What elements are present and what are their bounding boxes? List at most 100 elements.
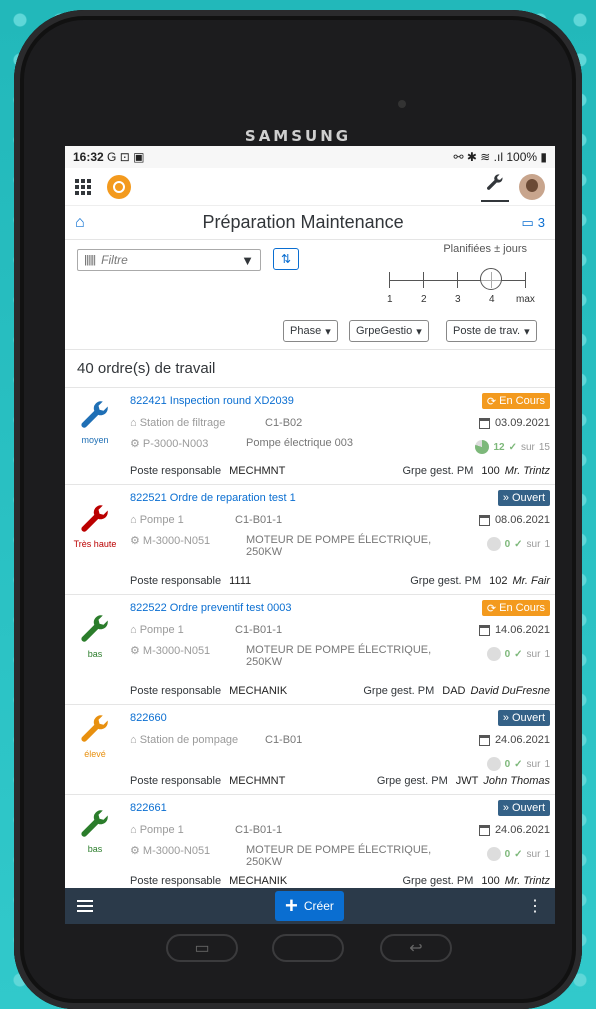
- priority-label: bas: [87, 843, 103, 854]
- filter-input[interactable]: |||||| Filtre ▼: [77, 249, 261, 271]
- grpe-value: 102: [489, 575, 508, 587]
- equipment: ⚙ M-3000-N051: [130, 534, 210, 547]
- due-date-value: 24.06.2021: [494, 824, 550, 836]
- poste-value: 1111: [229, 575, 252, 587]
- status-badge: » Ouvert: [497, 710, 550, 726]
- operations-total: 1: [544, 648, 550, 660]
- status-left-icons: G ⊡ ▣: [107, 150, 145, 164]
- due-date: 24.06.2021: [478, 734, 550, 746]
- grpe-label: Grpe gest. PM: [402, 875, 474, 887]
- status-icon: »: [502, 802, 509, 814]
- battery-level: 100%: [506, 150, 538, 164]
- camera: [398, 100, 406, 108]
- grpegestio-select[interactable]: GrpeGestio ▾: [349, 320, 429, 342]
- calendar-icon: [478, 624, 490, 636]
- plus-icon: +: [285, 893, 298, 918]
- calendar-icon: [478, 824, 490, 836]
- order-row[interactable]: moyen 822421 Inspection round XD2039 ⟳ E…: [65, 388, 555, 485]
- filter-placeholder: Filtre: [101, 253, 128, 267]
- poste-label: Poste responsable: [130, 575, 222, 587]
- sur-label: sur: [526, 848, 541, 860]
- location: ⌂ Station de pompage: [130, 734, 238, 746]
- priority-indicator: moyen: [65, 388, 125, 456]
- responsible-person: Mr. Trintz: [504, 875, 550, 887]
- phase-select[interactable]: Phase ▾: [283, 320, 338, 342]
- phase-select-label: Phase: [290, 325, 322, 337]
- barcode-icon[interactable]: ||||||: [84, 254, 96, 266]
- more-options-icon[interactable]: ⋮: [527, 896, 543, 916]
- slider-label-4: 4: [489, 294, 495, 305]
- calendar-icon: [478, 514, 490, 526]
- due-date-value: 24.06.2021: [494, 734, 550, 746]
- list-menu-icon[interactable]: [77, 900, 93, 912]
- location-name: Pompe 1: [139, 514, 184, 526]
- order-title-link[interactable]: 822522 Ordre preventif test 0003: [130, 602, 291, 614]
- location: ⌂ Pompe 1: [130, 514, 184, 526]
- app-logo[interactable]: [107, 174, 131, 199]
- slider-handle[interactable]: [480, 268, 502, 290]
- grpe-value: JWT: [455, 775, 479, 787]
- order-row[interactable]: bas 822661 » Ouvert ⌂ Pompe 1 C1-B01-1 ⚙…: [65, 795, 555, 895]
- sort-button[interactable]: ⇅: [273, 248, 299, 270]
- caret-down-icon: ▾: [325, 325, 331, 338]
- order-title-link[interactable]: 822421 Inspection round XD2039: [130, 395, 294, 407]
- order-footer: Poste responsable MECHMNT Grpe gest. PM …: [130, 775, 550, 787]
- order-title-link[interactable]: 822521 Ordre de reparation test 1: [130, 492, 296, 504]
- wrench-tool-icon[interactable]: [481, 171, 509, 202]
- operations-progress: 0 ✓ sur 1: [486, 847, 550, 861]
- wrench-icon: [81, 714, 108, 742]
- due-date: 08.06.2021: [478, 514, 550, 526]
- status-icon: ⟳: [486, 602, 497, 615]
- back-key[interactable]: ↩: [380, 934, 452, 962]
- order-title-link[interactable]: 822660: [130, 712, 167, 724]
- order-row[interactable]: Très haute 822521 Ordre de reparation te…: [65, 485, 555, 595]
- status-badge: » Ouvert: [497, 490, 550, 506]
- order-footer: Poste responsable MECHMNT Grpe gest. PM …: [130, 465, 550, 477]
- home-key[interactable]: [272, 934, 344, 962]
- create-label: Créer: [303, 899, 334, 913]
- sur-label: sur: [526, 648, 541, 660]
- priority-label: moyen: [81, 435, 109, 445]
- sur-label: sur: [526, 758, 541, 770]
- gear-icon: ⚙: [130, 845, 143, 857]
- equipment-id: M-3000-N051: [142, 535, 211, 547]
- sur-label: sur: [520, 441, 535, 453]
- bottom-toolbar: + Créer ⋮: [65, 888, 555, 924]
- user-avatar[interactable]: [519, 173, 545, 200]
- caret-down-icon: ▾: [524, 325, 530, 338]
- equipment-description: MOTEUR DE POMPE ÉLECTRIQUE, 250KW: [246, 844, 432, 868]
- operations-done: 0: [504, 848, 511, 860]
- caret-down-icon: ▾: [416, 325, 422, 338]
- recent-apps-key[interactable]: ▭: [166, 934, 238, 962]
- functional-location: C1-B01: [265, 734, 303, 746]
- app-launcher-icon[interactable]: [75, 178, 91, 195]
- progress-pie-icon: [486, 757, 501, 771]
- order-title-link[interactable]: 822661: [130, 802, 167, 814]
- equipment-description: Pompe électrique 003: [246, 437, 354, 449]
- priority-indicator: bas: [65, 595, 125, 676]
- status-text: Ouvert: [511, 802, 545, 814]
- order-row[interactable]: bas 822522 Ordre preventif test 0003 ⟳ E…: [65, 595, 555, 705]
- poste-select[interactable]: Poste de trav. ▾: [446, 320, 537, 342]
- responsible-person: Mr. Fair: [512, 575, 550, 587]
- operations-progress: 0 ✓ sur 1: [486, 757, 550, 771]
- filter-bar: |||||| Filtre ▼ ⇅ Planifiées ± jours 1 2…: [65, 240, 555, 350]
- grpe-value: DAD: [442, 685, 466, 697]
- home-icon[interactable]: ⌂: [75, 214, 85, 232]
- create-button[interactable]: + Créer: [275, 891, 344, 921]
- notifications-button[interactable]: ▭ 3: [521, 215, 545, 231]
- slider-tick: [423, 272, 424, 288]
- location: ⌂ Station de filtrage: [130, 417, 225, 429]
- status-text: Ouvert: [511, 712, 545, 724]
- slider-tick: [525, 272, 526, 288]
- wrench-icon: [81, 401, 108, 428]
- grpegestio-select-label: GrpeGestio: [356, 325, 413, 337]
- slider-label-max: max: [516, 294, 535, 305]
- order-footer: Poste responsable MECHANIK Grpe gest. PM…: [130, 685, 550, 697]
- poste-label: Poste responsable: [130, 685, 222, 697]
- slider-tick: [389, 272, 390, 288]
- operations-total: 15: [538, 441, 550, 453]
- order-row[interactable]: élevé 822660 » Ouvert ⌂ Station de pompa…: [65, 705, 555, 795]
- funnel-icon[interactable]: ▼: [241, 253, 254, 268]
- equipment-description: MOTEUR DE POMPE ÉLECTRIQUE, 250KW: [246, 534, 432, 558]
